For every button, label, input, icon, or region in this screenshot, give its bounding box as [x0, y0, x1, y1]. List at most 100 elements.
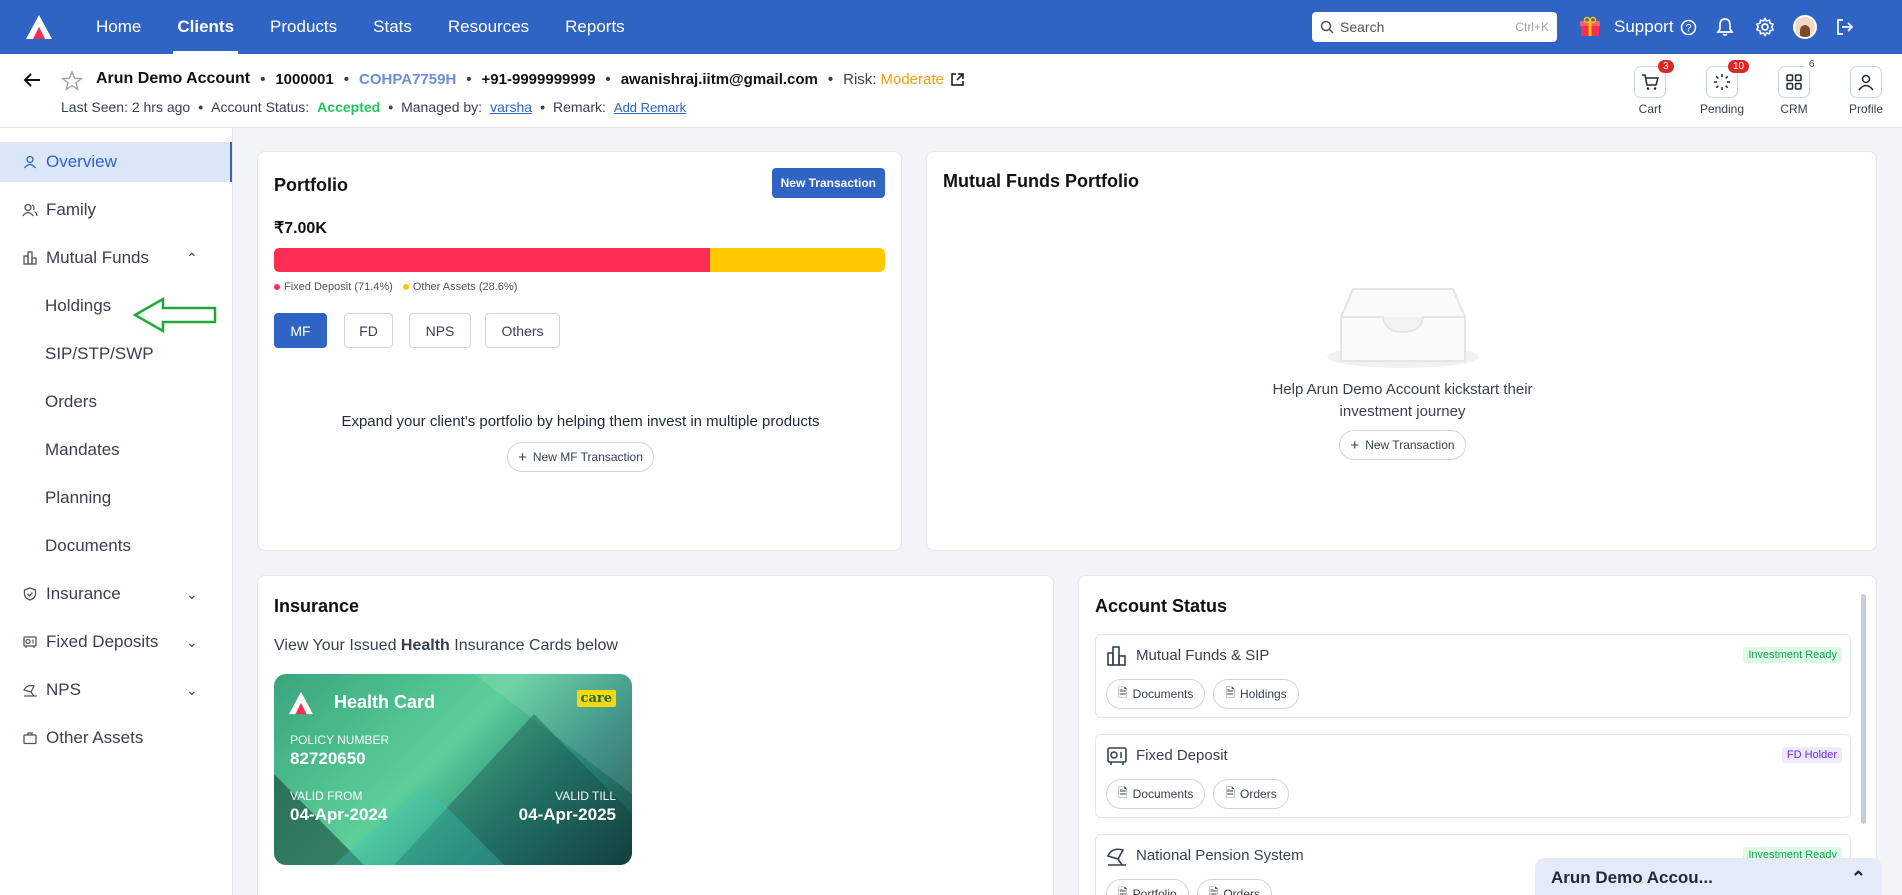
chevron-up-icon[interactable]: ⌃: [186, 250, 198, 267]
search-shortcut: Ctrl+K: [1515, 20, 1549, 34]
avatar[interactable]: [1785, 0, 1825, 54]
fd-orders-button[interactable]: 🗎 Orders: [1213, 779, 1289, 809]
insurer-logo: care: [576, 690, 616, 707]
portfolio-empty-message: Expand your client's portfolio by helpin…: [341, 413, 820, 430]
new-transaction-button[interactable]: New Transaction: [771, 168, 885, 198]
document-icon: 🗎: [1225, 785, 1236, 800]
sidebar-subitem-planning[interactable]: Planning: [0, 474, 232, 522]
chevron-down-icon[interactable]: ⌄: [186, 586, 198, 603]
cart-badge: 3: [1658, 60, 1674, 73]
sidebar-item-nps[interactable]: NPS ⌄: [0, 666, 232, 714]
mf-empty-line2: investment journey: [1339, 403, 1466, 420]
client-pan: COHPA7759H: [359, 70, 457, 88]
mf-portfolio-title: Mutual Funds Portfolio: [943, 171, 1139, 191]
pending-button[interactable]: 10 Pending: [1686, 54, 1758, 128]
sidebar-item-label: Family: [46, 200, 97, 219]
status-row-mutual-funds: Mutual Funds & SIP Investment Ready 🗎 Doc…: [1095, 634, 1851, 718]
profile-label: Profile: [1848, 102, 1883, 116]
sidebar-item-other-assets[interactable]: Other Assets: [0, 714, 232, 762]
add-remark-link[interactable]: Add Remark: [614, 100, 686, 115]
bell-icon[interactable]: [1705, 0, 1745, 54]
allocation-bar-fd: [274, 248, 711, 272]
annotation-arrow-icon: [133, 296, 217, 334]
card-logo: [289, 691, 313, 715]
legend-dot-other: [402, 284, 409, 290]
new-mf-transaction-label: New MF Transaction: [532, 450, 643, 464]
support-label: Support: [1614, 17, 1674, 36]
sidebar-item-insurance[interactable]: Insurance ⌄: [0, 570, 232, 618]
star-icon[interactable]: [61, 70, 83, 92]
scrollbar[interactable]: [1861, 594, 1866, 824]
document-icon: 🗎: [1225, 685, 1236, 700]
chat-widget-tab[interactable]: Arun Demo Accou... ⌃: [1535, 858, 1882, 895]
logout-icon[interactable]: [1825, 0, 1865, 54]
mf-new-transaction-label: New Transaction: [1365, 438, 1455, 452]
gift-icon[interactable]: [1570, 0, 1610, 54]
account-status-label: Account Status:: [211, 99, 310, 115]
allocation-legend: Fixed Deposit (71.4%) Other Assets (28.6…: [274, 281, 517, 293]
search-icon: [1320, 20, 1334, 34]
portfolio-total: ₹7.00K: [274, 220, 327, 237]
sidebar-item-overview[interactable]: Overview: [0, 142, 232, 182]
sidebar-item-label: Mutual Funds: [46, 248, 149, 267]
nps-portfolio-button[interactable]: 🗎 Portfolio: [1106, 879, 1189, 895]
mf-holdings-button[interactable]: 🗎 Holdings: [1213, 679, 1299, 709]
top-navbar: Home Clients Products Stats Resources Re…: [0, 0, 1902, 54]
user-icon: [22, 155, 38, 169]
support-button[interactable]: Support ?: [1610, 17, 1705, 37]
legend-fd: Fixed Deposit (71.4%): [284, 281, 393, 293]
sidebar-item-label: Other Assets: [46, 728, 144, 747]
nav-stats[interactable]: Stats: [355, 0, 430, 54]
nav-products[interactable]: Products: [252, 0, 355, 54]
fd-documents-button[interactable]: 🗎 Documents: [1106, 779, 1206, 809]
new-mf-transaction-button[interactable]: + New MF Transaction: [507, 442, 654, 472]
valid-till-label: VALID TILL: [555, 789, 616, 803]
sidebar-item-label: NPS: [46, 680, 81, 699]
grid-icon: [1786, 74, 1802, 90]
tab-mf[interactable]: MF: [274, 313, 327, 348]
tab-nps[interactable]: NPS: [409, 313, 471, 348]
tab-fd[interactable]: FD: [344, 313, 393, 348]
crm-label: CRM: [1780, 102, 1808, 116]
tab-others[interactable]: Others: [485, 313, 560, 348]
client-header: Arun Demo Account • 1000001 • COHPA7759H…: [0, 54, 1902, 128]
search-input[interactable]: Search Ctrl+K: [1312, 12, 1557, 42]
sidebar-subitem-sip-stp-swp[interactable]: SIP/STP/SWP: [0, 330, 232, 378]
external-link-icon[interactable]: [950, 72, 965, 87]
nav-resources[interactable]: Resources: [430, 0, 547, 54]
sidebar-item-fixed-deposits[interactable]: Fixed Deposits ⌄: [0, 618, 232, 666]
managed-by-link[interactable]: varsha: [490, 99, 532, 115]
button-label: Orders: [1223, 887, 1261, 895]
account-status-card: Account Status Mutual Funds & SIP Invest…: [1078, 575, 1877, 895]
crm-badge: 6: [1804, 58, 1820, 71]
managed-by-label: Managed by:: [401, 99, 483, 115]
cart-button[interactable]: 3 Cart: [1614, 54, 1686, 128]
crm-button[interactable]: 6 CRM: [1758, 54, 1830, 128]
allocation-bar-other: [710, 248, 885, 272]
sidebar-item-family[interactable]: Family: [0, 186, 232, 234]
app-logo[interactable]: [0, 0, 78, 54]
gear-icon[interactable]: [1745, 0, 1785, 54]
pending-label: Pending: [1699, 102, 1745, 116]
nps-orders-button[interactable]: 🗎 Orders: [1196, 879, 1273, 895]
sidebar-subitem-orders[interactable]: Orders: [0, 378, 232, 426]
nav-clients[interactable]: Clients: [159, 0, 252, 54]
chevron-down-icon[interactable]: ⌄: [186, 634, 198, 651]
sidebar-subitem-mandates[interactable]: Mandates: [0, 426, 232, 474]
legend-other: Other Assets (28.6%): [412, 281, 518, 293]
sidebar-item-mutual-funds[interactable]: Mutual Funds ⌃: [0, 234, 232, 282]
insurance-subtitle-pre: View Your Issued: [274, 637, 401, 654]
mf-documents-button[interactable]: 🗎 Documents: [1106, 679, 1206, 709]
mf-new-transaction-button[interactable]: + New Transaction: [1339, 430, 1466, 460]
back-arrow-icon[interactable]: [22, 70, 42, 90]
nav-reports[interactable]: Reports: [547, 0, 643, 54]
chevron-down-icon[interactable]: ⌄: [186, 682, 198, 699]
sidebar-subitem-documents[interactable]: Documents: [0, 522, 232, 570]
health-insurance-card[interactable]: Health Card care POLICY NUMBER 82720650 …: [274, 674, 632, 865]
profile-button[interactable]: Profile: [1830, 54, 1902, 128]
document-icon: 🗎: [1208, 885, 1219, 895]
chevron-up-icon[interactable]: ⌃: [1851, 868, 1866, 889]
safe-icon: [1107, 747, 1127, 765]
nav-home[interactable]: Home: [78, 0, 159, 54]
allocation-bar: [274, 248, 885, 272]
